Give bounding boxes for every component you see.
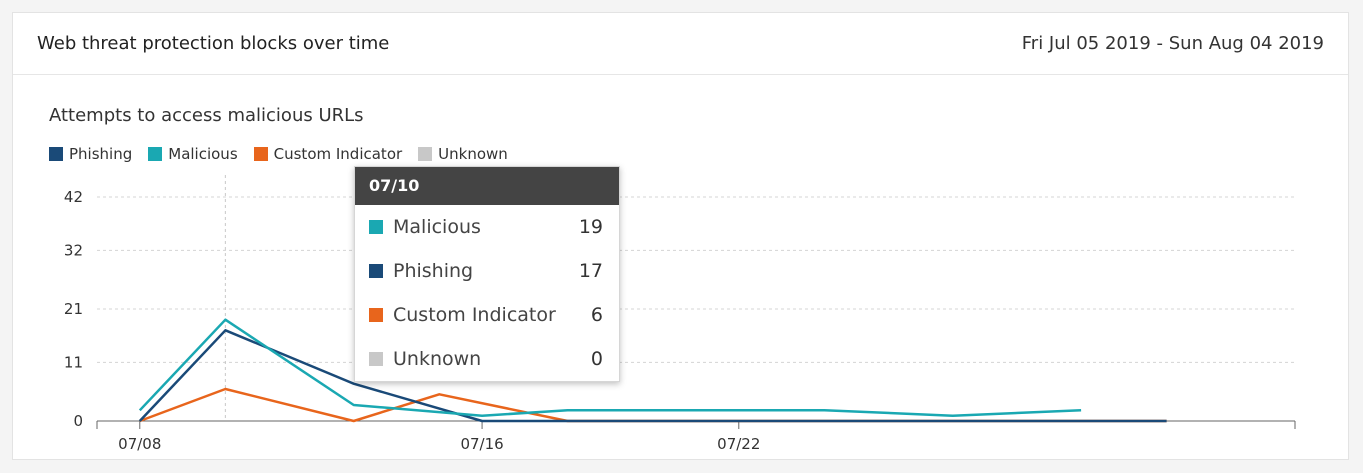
tooltip-date: 07/10 — [355, 167, 619, 205]
series-line-phishing — [138, 329, 1167, 423]
tooltip-value: 17 — [578, 260, 603, 282]
tooltip-value: 19 — [578, 216, 603, 238]
tooltip-label: Unknown — [393, 348, 482, 370]
y-tick-label: 11 — [64, 353, 83, 371]
series-line-custom-indicator — [139, 387, 1167, 423]
tooltip-swatch-malicious — [369, 220, 383, 234]
tooltip-swatch-unknown — [369, 352, 383, 366]
tooltip-label: Malicious — [393, 216, 481, 238]
tooltip-swatch-custom-indicator — [369, 308, 383, 322]
tooltip-value: 6 — [590, 304, 603, 326]
chart-card: Web threat protection blocks over time F… — [12, 12, 1349, 460]
y-tick-label: 32 — [64, 241, 83, 259]
chart-tooltip: 07/10 Malicious 19 Phishing 17 Custom In… — [354, 166, 620, 382]
tooltip-row-unknown: Unknown 0 — [355, 337, 619, 381]
y-tick-label: 21 — [64, 300, 83, 318]
y-tick-label: 0 — [73, 412, 83, 430]
x-tick-label: 07/16 — [460, 435, 503, 453]
tooltip-row-phishing: Phishing 17 — [355, 249, 619, 293]
line-chart: 0 11 21 32 42 07/08 07/16 07/22 — [64, 175, 1296, 453]
tooltip-label: Custom Indicator — [393, 304, 556, 326]
x-tick-label: 07/08 — [118, 435, 161, 453]
tooltip-label: Phishing — [393, 260, 474, 282]
tooltip-value: 0 — [590, 348, 603, 370]
tooltip-row-malicious: Malicious 19 — [355, 205, 619, 249]
tooltip-swatch-phishing — [369, 264, 383, 278]
tooltip-row-custom-indicator: Custom Indicator 6 — [355, 293, 619, 337]
x-tick-label: 07/22 — [717, 435, 760, 453]
y-tick-label: 42 — [64, 188, 83, 206]
